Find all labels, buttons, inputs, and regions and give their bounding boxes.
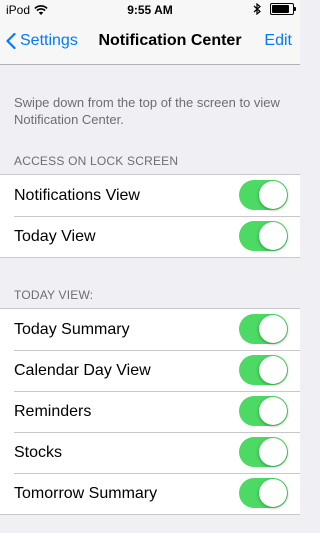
section-header-lock-screen: ACCESS ON LOCK SCREEN xyxy=(14,154,179,168)
notifications-view-toggle[interactable] xyxy=(239,180,288,210)
battery-fill xyxy=(272,5,289,13)
toggle-knob xyxy=(259,315,287,343)
list-item-today-summary: Today Summary xyxy=(0,309,300,350)
today-summary-toggle[interactable] xyxy=(239,314,288,344)
navigation-bar: Settings Notification Center Edit xyxy=(0,20,300,65)
reminders-toggle[interactable] xyxy=(239,396,288,426)
stocks-toggle[interactable] xyxy=(239,437,288,467)
row-label: Notifications View xyxy=(14,187,140,204)
row-label: Stocks xyxy=(14,444,63,461)
page-title: Notification Center xyxy=(98,32,242,49)
tomorrow-summary-toggle[interactable] xyxy=(239,478,288,508)
toggle-knob xyxy=(259,479,287,507)
toggle-knob xyxy=(259,222,287,250)
row-label: Tomorrow Summary xyxy=(14,485,158,502)
list-item-stocks: Stocks xyxy=(0,432,300,473)
edit-button[interactable]: Edit xyxy=(264,32,292,50)
row-label: Today View xyxy=(14,228,96,245)
toggle-knob xyxy=(259,181,287,209)
status-right xyxy=(252,2,296,16)
today-view-group: Today Summary Calendar Day View Reminder… xyxy=(0,308,300,515)
battery-icon xyxy=(270,3,296,15)
lock-screen-group: Notifications View Today View xyxy=(0,174,300,258)
section-header-today-view: TODAY VIEW: xyxy=(14,288,94,302)
row-label: Reminders xyxy=(14,403,92,420)
list-item-calendar-day-view: Calendar Day View xyxy=(0,350,300,391)
list-item-reminders: Reminders xyxy=(0,391,300,432)
calendar-day-view-toggle[interactable] xyxy=(239,355,288,385)
list-item-tomorrow-summary: Tomorrow Summary xyxy=(0,473,300,514)
list-item-notifications-view: Notifications View xyxy=(0,175,300,216)
toggle-knob xyxy=(259,438,287,466)
bluetooth-icon xyxy=(252,2,262,16)
row-label: Today Summary xyxy=(14,321,130,338)
row-label: Calendar Day View xyxy=(14,362,151,379)
intro-text: Swipe down from the top of the screen to… xyxy=(14,95,280,127)
status-bar: iPod 9:55 AM xyxy=(0,0,300,20)
today-view-toggle[interactable] xyxy=(239,221,288,251)
toggle-knob xyxy=(259,356,287,384)
toggle-knob xyxy=(259,397,287,425)
list-item-today-view: Today View xyxy=(0,216,300,257)
